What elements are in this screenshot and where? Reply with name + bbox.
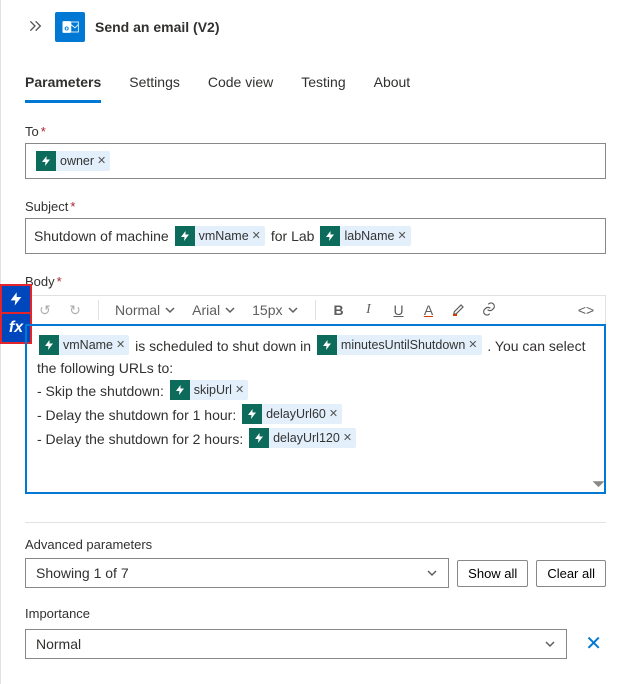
rte-toolbar: ↺ ↻ Normal Arial 15px B I U A <> [25, 295, 606, 324]
font-size-select[interactable]: 15px [248, 300, 302, 320]
underline-icon[interactable]: U [388, 302, 410, 318]
body-text: - Skip the shutdown: [37, 383, 168, 399]
advanced-label: Advanced parameters [25, 537, 606, 552]
token-vmName[interactable]: vmName ✕ [175, 226, 265, 246]
italic-icon[interactable]: I [358, 302, 380, 318]
font-family-select[interactable]: Arial [188, 300, 240, 320]
clear-all-button[interactable]: Clear all [536, 560, 606, 587]
token-remove-icon[interactable]: ✕ [343, 428, 352, 448]
action-title: Send an email (V2) [95, 19, 219, 35]
dynamic-content-button[interactable] [0, 284, 32, 314]
token-remove-icon[interactable]: ✕ [468, 335, 477, 355]
outlook-icon: o [55, 12, 85, 42]
token-label: minutesUntilShutdown [341, 335, 465, 355]
token-label: delayUrl60 [266, 404, 326, 424]
font-color-icon[interactable]: A [418, 302, 440, 318]
token-icon [39, 335, 59, 355]
token-label: delayUrl120 [273, 428, 340, 448]
advanced-row: Showing 1 of 7 Show all Clear all [25, 558, 606, 588]
highlight-icon[interactable] [448, 301, 470, 320]
token-delayUrl120[interactable]: delayUrl120 ✕ [249, 428, 356, 448]
tab-code-view[interactable]: Code view [208, 68, 273, 103]
token-vmName[interactable]: vmName ✕ [39, 335, 129, 355]
token-icon [320, 226, 340, 246]
token-remove-icon[interactable]: ✕ [252, 226, 261, 246]
subject-label: Subject* [25, 199, 606, 214]
body-text: - Delay the shutdown for 2 hours: [37, 431, 247, 447]
body-input[interactable]: ◢ vmName ✕ is scheduled to shut down in m… [25, 324, 606, 494]
bold-icon[interactable]: B [328, 302, 350, 318]
importance-label: Importance [25, 606, 606, 621]
token-label: skipUrl [194, 380, 232, 400]
token-icon [36, 151, 56, 171]
token-label: vmName [63, 335, 113, 355]
advanced-showing: Showing 1 of 7 [36, 565, 129, 581]
token-remove-icon[interactable]: ✕ [235, 380, 244, 400]
to-label: To* [25, 124, 606, 139]
body-text: - Delay the shutdown for 1 hour: [37, 407, 240, 423]
token-remove-icon[interactable]: ✕ [97, 151, 106, 171]
token-label: labName [344, 226, 394, 246]
subject-text: Shutdown of machine [34, 228, 169, 244]
token-icon [242, 404, 262, 424]
importance-row: Normal ✕ [25, 627, 606, 660]
collapse-icon[interactable] [25, 16, 45, 39]
tab-settings[interactable]: Settings [129, 68, 180, 103]
tab-testing[interactable]: Testing [301, 68, 345, 103]
remove-importance-button[interactable]: ✕ [581, 627, 606, 660]
token-remove-icon[interactable]: ✕ [116, 335, 125, 355]
token-icon [175, 226, 195, 246]
token-owner[interactable]: owner ✕ [36, 151, 110, 171]
tab-bar: Parameters Settings Code view Testing About [25, 68, 606, 104]
token-minutesUntilShutdown[interactable]: minutesUntilShutdown ✕ [317, 335, 482, 355]
token-label: vmName [199, 226, 249, 246]
undo-icon[interactable]: ↺ [34, 302, 56, 319]
token-delayUrl60[interactable]: delayUrl60 ✕ [242, 404, 342, 424]
token-icon [249, 428, 269, 448]
token-remove-icon[interactable]: ✕ [329, 404, 338, 424]
token-remove-icon[interactable]: ✕ [398, 226, 407, 246]
advanced-select[interactable]: Showing 1 of 7 [25, 558, 449, 588]
tab-parameters[interactable]: Parameters [25, 68, 101, 103]
to-input[interactable]: owner ✕ [25, 143, 606, 179]
redo-icon[interactable]: ↻ [64, 302, 86, 319]
token-icon [317, 335, 337, 355]
resize-handle[interactable]: ◢ [589, 472, 607, 490]
body-line: - Delay the shutdown for 1 hour: delayUr… [37, 403, 594, 427]
body-line: - Delay the shutdown for 2 hours: delayU… [37, 427, 594, 451]
body-line: - Skip the shutdown: skipUrl ✕ [37, 379, 594, 403]
token-labName[interactable]: labName ✕ [320, 226, 410, 246]
link-icon[interactable] [478, 301, 500, 320]
code-view-icon[interactable]: <> [575, 302, 597, 318]
body-text: is scheduled to shut down in [131, 338, 315, 354]
svg-text:o: o [64, 23, 69, 32]
subject-text: for Lab [271, 228, 315, 244]
subject-input[interactable]: Shutdown of machine vmName ✕ for Lab lab… [25, 218, 606, 254]
importance-value: Normal [36, 636, 81, 652]
show-all-button[interactable]: Show all [457, 560, 528, 587]
font-style-select[interactable]: Normal [111, 300, 180, 320]
body-line: vmName ✕ is scheduled to shut down in mi… [37, 334, 594, 379]
panel-header: o Send an email (V2) [25, 0, 606, 50]
token-label: owner [60, 151, 94, 171]
body-label: Body* [25, 274, 606, 289]
token-skipUrl[interactable]: skipUrl ✕ [170, 380, 248, 400]
token-icon [170, 380, 190, 400]
importance-select[interactable]: Normal [25, 629, 567, 659]
tab-about[interactable]: About [374, 68, 411, 103]
